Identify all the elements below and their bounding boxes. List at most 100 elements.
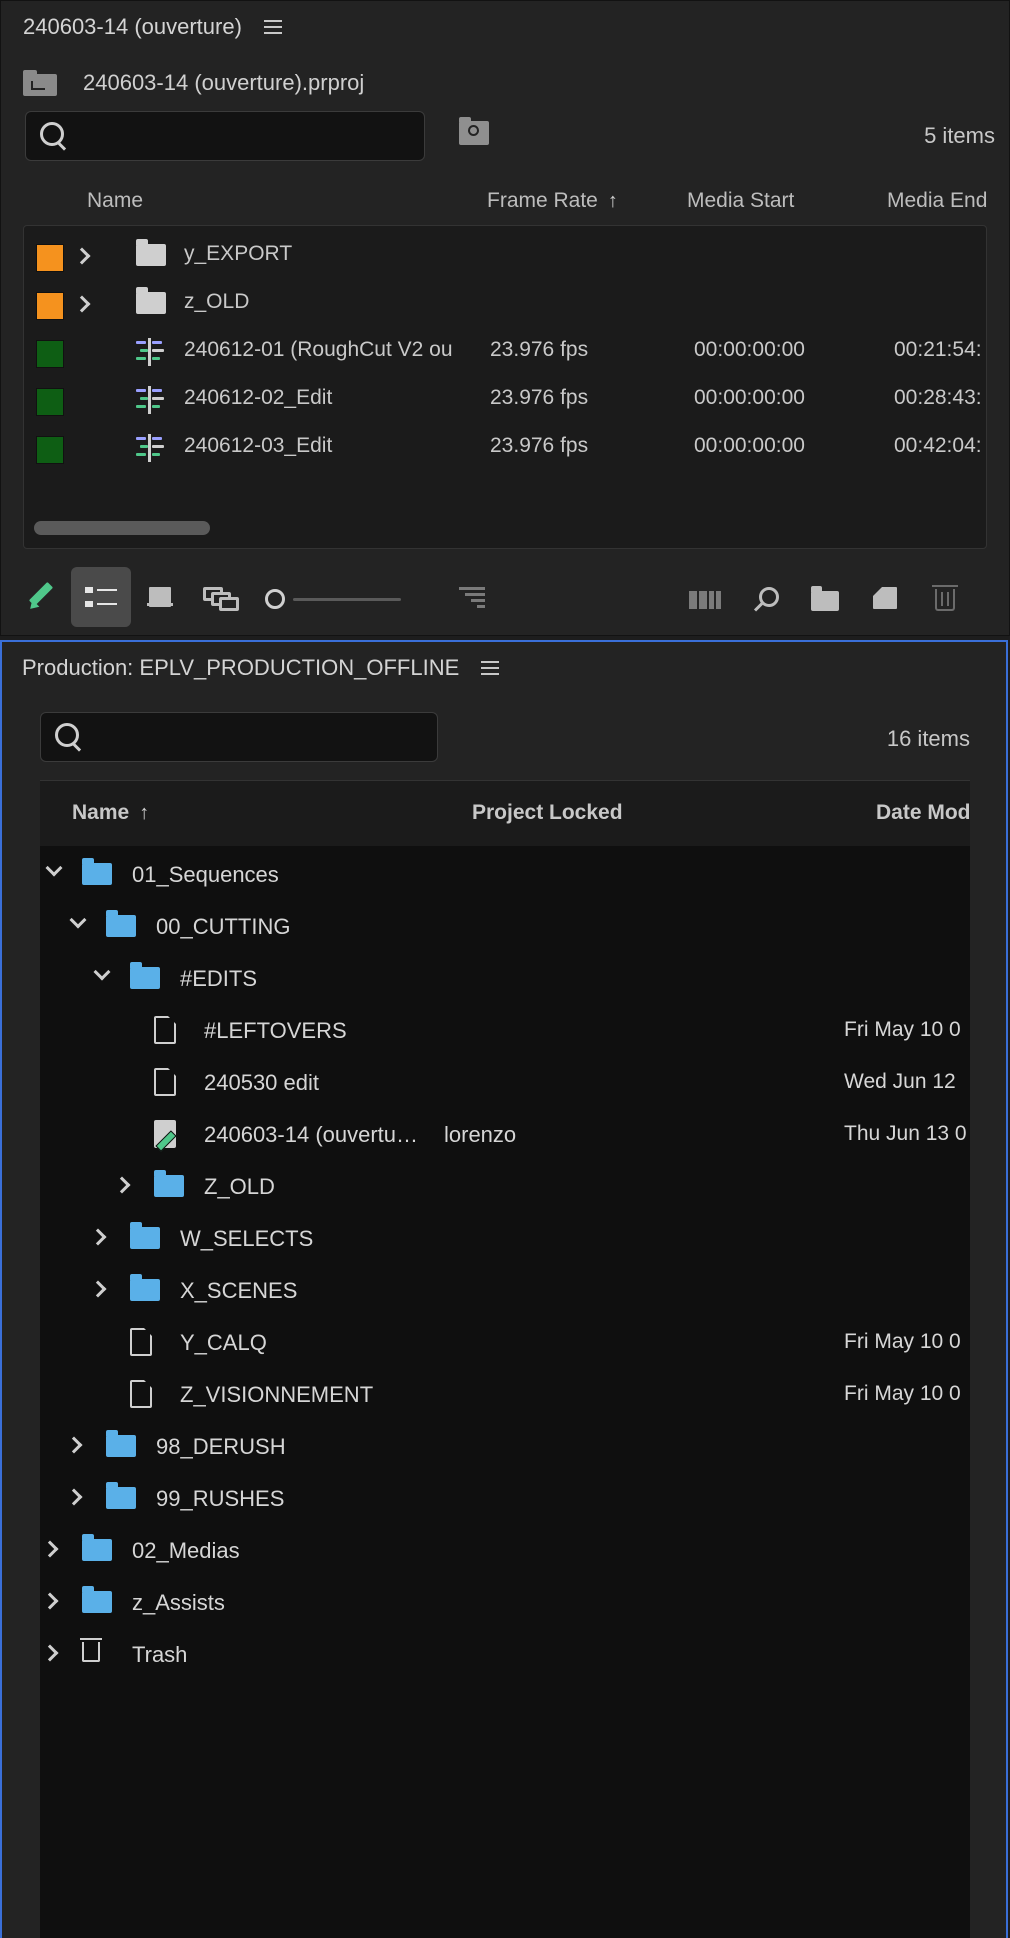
production-panel: Production: EPLV_PRODUCTION_OFFLINE 16 i… [0,640,1008,1938]
tree-folder-row[interactable]: z_Assists [40,1578,970,1630]
project-row[interactable]: y_EXPORT [24,232,986,280]
zoom-slider-handle[interactable] [265,589,285,609]
tree-item-name: 99_RUSHES [156,1486,285,1511]
freeform-view-icon[interactable] [203,587,239,611]
column-header-media-start[interactable]: Media Start [687,189,794,213]
item-name: 240612-03_Edit [184,434,333,457]
project-path: 240603-14 (ouverture).prproj [23,65,364,101]
production-column-header: Name ↑ Project Locked Date Modified [40,780,970,846]
folder-icon [106,1430,136,1457]
production-panel-tab[interactable]: Production: EPLV_PRODUCTION_OFFLINE [22,642,500,694]
label-color-swatch[interactable] [36,388,64,416]
tree-folder-row[interactable]: 02_Medias [40,1526,970,1578]
project-locked-by: lorenzo [444,1122,517,1147]
search-icon [55,723,83,751]
chevron-right-icon[interactable] [89,1228,107,1246]
production-search-input[interactable] [40,712,438,762]
tree-item-name: X_SCENES [180,1278,298,1303]
zoom-slider-track[interactable] [293,598,401,601]
chevron-right-icon[interactable] [41,1592,59,1610]
tree-project-row[interactable]: 240530 edit Wed Jun 12 [40,1058,970,1110]
tree-project-row[interactable]: Z_VISIONNEMENT Fri May 10 0 [40,1370,970,1422]
label-color-swatch[interactable] [36,340,64,368]
item-media-start: 00:00:00:00 [694,386,805,409]
project-row[interactable]: 240612-02_Edit 23.976 fps 00:00:00:00 00:28… [24,376,986,424]
label-color-swatch[interactable] [36,436,64,464]
folder-icon [130,962,160,989]
tree-folder-row[interactable]: Z_OLD [40,1162,970,1214]
item-media-end: 00:28:43: [894,386,982,409]
column-header-name[interactable]: Name [87,189,143,213]
production-item-count: 16 items [886,726,970,751]
date-modified: Fri May 10 0 [844,1330,961,1353]
folder-icon [154,1170,184,1197]
label-color-swatch[interactable] [36,244,64,272]
chevron-right-icon[interactable] [89,1280,107,1298]
tree-project-row[interactable]: #LEFTOVERS Fri May 10 0 [40,1006,970,1058]
chevron-down-icon[interactable] [69,911,87,929]
icon-view-icon[interactable] [147,587,173,607]
tree-project-row[interactable]: 240603-14 (ouvertu… lorenzo Thu Jun 13 0 [40,1110,970,1162]
find-icon[interactable] [753,587,779,613]
project-search-input[interactable] [25,111,425,161]
item-name: y_EXPORT [184,242,293,265]
project-file-icon [154,1068,176,1096]
column-header-name[interactable]: Name ↑ [72,801,149,825]
tree-folder-row[interactable]: 99_RUSHES [40,1474,970,1526]
sequence-icon [136,434,164,462]
list-view-button[interactable] [71,567,131,627]
new-item-icon[interactable] [873,587,897,609]
panel-menu-icon[interactable] [263,20,282,34]
name-column-label: Name [72,801,130,824]
pencil-icon[interactable] [25,581,55,611]
production-tree: Name ↑ Project Locked Date Modified 01_Se… [40,780,970,1938]
clear-trash-icon[interactable] [932,585,958,611]
tree-item-name: #EDITS [180,966,258,991]
column-header-date-modified[interactable]: Date Modified [876,801,970,825]
search-icon [40,122,68,150]
chevron-right-icon[interactable] [65,1436,83,1454]
date-modified: Fri May 10 0 [844,1018,961,1041]
horizontal-scrollbar[interactable] [34,521,210,535]
tree-project-row[interactable]: Y_CALQ Fri May 10 0 [40,1318,970,1370]
tree-folder-row[interactable]: X_SCENES [40,1266,970,1318]
find-bins-icon[interactable] [459,117,489,145]
column-header-project-locked[interactable]: Project Locked [472,801,623,825]
tree-item-name: 01_Sequences [132,862,279,887]
tree-folder-row[interactable]: Trash [40,1630,970,1682]
new-bin-icon[interactable] [811,586,839,611]
chevron-down-icon[interactable] [93,963,111,981]
automate-to-sequence-icon[interactable] [689,591,721,609]
sort-icon[interactable] [459,587,485,609]
column-header-frame-rate[interactable]: Frame Rate ↑ [487,189,618,213]
tree-folder-row[interactable]: 98_DERUSH [40,1422,970,1474]
parent-folder-icon[interactable] [23,70,57,96]
date-modified: Fri May 10 0 [844,1382,961,1405]
tree-item-name: Z_VISIONNEMENT [180,1382,374,1407]
label-color-swatch[interactable] [36,292,64,320]
folder-icon [130,1222,160,1249]
chevron-right-icon[interactable] [41,1644,59,1662]
chevron-right-icon[interactable] [41,1540,59,1558]
project-row[interactable]: z_OLD [24,280,986,328]
project-file-icon [130,1380,152,1408]
column-header-media-end[interactable]: Media End [887,189,997,213]
trash-icon [80,1638,102,1662]
chevron-down-icon[interactable] [45,859,63,877]
chevron-right-icon[interactable] [73,247,91,265]
project-panel-title: 240603-14 (ouverture) [23,14,242,39]
locked-project-icon [154,1120,176,1148]
folder-icon [82,858,112,885]
project-row[interactable]: 240612-01 (RoughCut V2 ou 23.976 fps 00:00… [24,328,986,376]
chevron-right-icon[interactable] [73,295,91,313]
chevron-right-icon[interactable] [65,1488,83,1506]
tree-folder-row[interactable]: W_SELECTS [40,1214,970,1266]
project-row[interactable]: 240612-03_Edit 23.976 fps 00:00:00:00 00:42… [24,424,986,472]
tree-folder-row[interactable]: 01_Sequences [40,850,970,902]
tree-item-name: Trash [132,1642,188,1667]
chevron-right-icon[interactable] [113,1176,131,1194]
tree-folder-row[interactable]: 00_CUTTING [40,902,970,954]
project-panel-tab[interactable]: 240603-14 (ouverture) [23,1,282,53]
tree-folder-row[interactable]: #EDITS [40,954,970,1006]
panel-menu-icon[interactable] [481,661,500,675]
